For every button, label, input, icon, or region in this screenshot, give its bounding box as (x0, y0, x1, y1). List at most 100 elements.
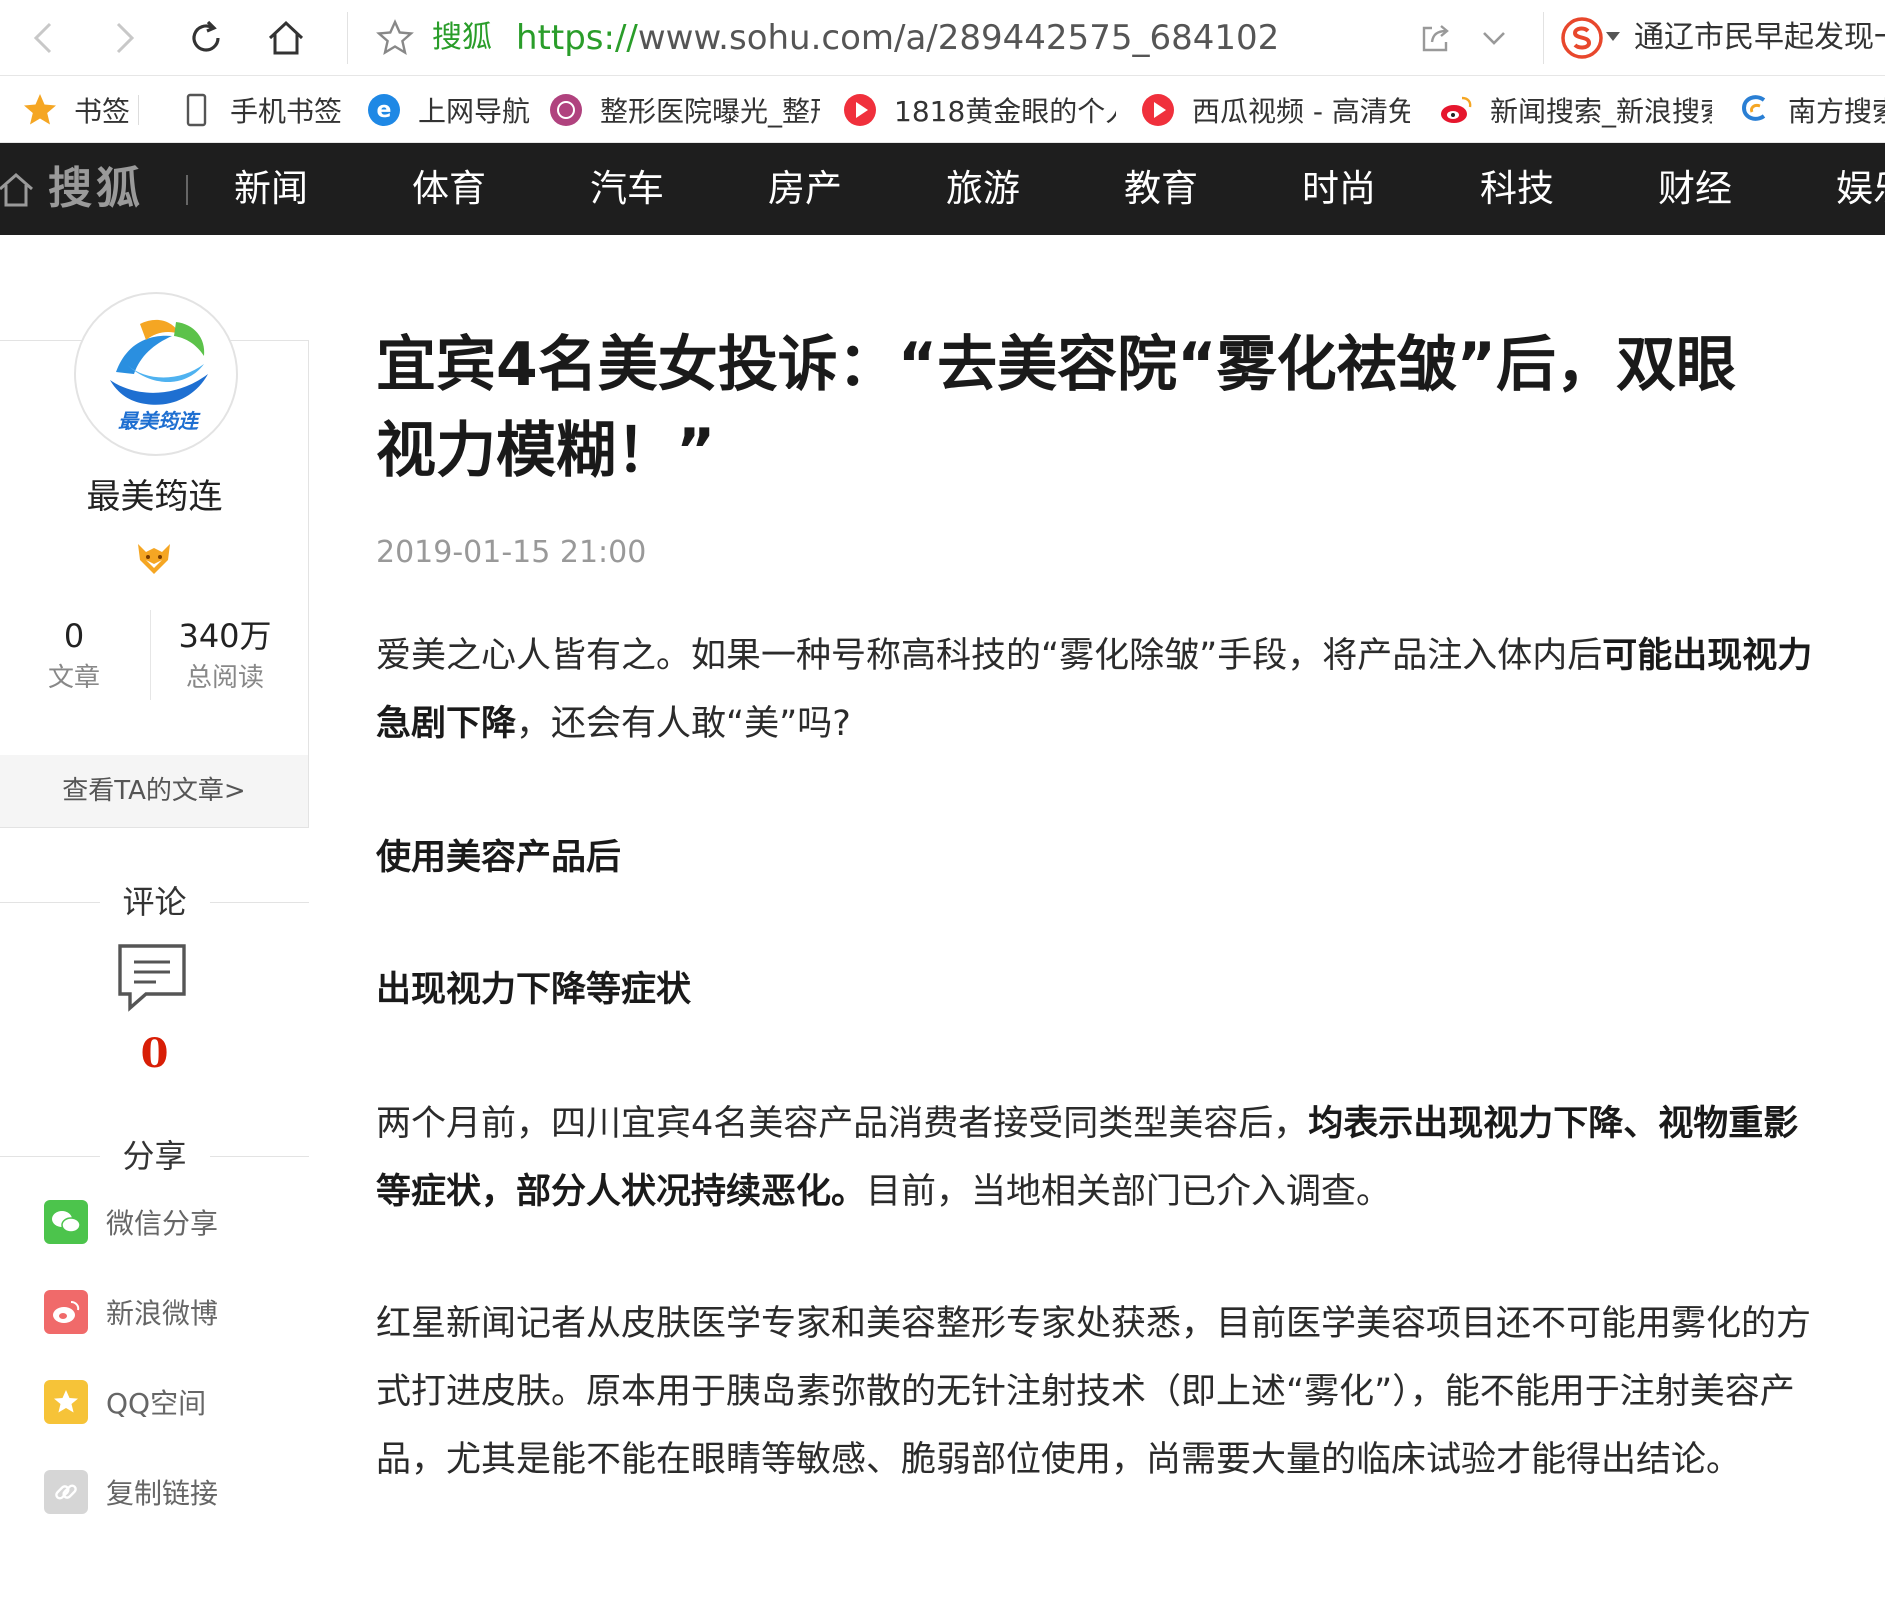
bookmark-label: 新闻搜索_新浪搜索 (1490, 95, 1712, 128)
bookmark-divider (138, 95, 139, 125)
southnews-icon (1741, 95, 1766, 121)
sohu-channel-nav: 搜狐 新闻 体育 汽车 房产 旅游 教育 时尚 科技 财经 娱乐 (0, 143, 1885, 235)
address-bar[interactable]: https://www.sohu.com/a/289442575_684102 (516, 16, 1279, 60)
comment-count[interactable]: 0 (0, 1026, 309, 1082)
bookmark-label: 手机书签 (230, 95, 343, 128)
share-label: 复制链接 (106, 1477, 219, 1510)
share-heading-label: 分享 (104, 1137, 205, 1175)
article-count: 0 (63, 617, 85, 655)
article-title: 宜宾4名美女投诉：“去美容院“雾化祛皱”后，双眼视力模糊！” (376, 330, 1737, 486)
share-qzone-button[interactable]: QQ空间 (44, 1380, 206, 1424)
wechat-icon (44, 1200, 88, 1244)
article-paragraph: 爱美之心人皆有之。如果一种号称高科技的“雾化除皱”手段，将产品注入体内后可能出现… (376, 622, 1822, 758)
author-name[interactable]: 最美筠连 (0, 472, 309, 522)
stat-divider (150, 610, 151, 700)
article-subheading: 出现视力下降等症状 (376, 970, 692, 1010)
paragraph-text: ，还会有人敢“美”吗? (516, 704, 851, 744)
reload-icon (192, 20, 220, 52)
bookmark-label: 整形医院曝光_整形 (600, 95, 820, 128)
bookmark-item[interactable]: e 上网导航 (366, 89, 530, 131)
article-count-label: 文章 (47, 663, 100, 693)
view-author-articles-link[interactable]: 查看TA的文章> (0, 755, 308, 827)
star-icon (24, 94, 56, 125)
bookmark-label: 上网导航 (418, 95, 531, 128)
video-play-icon (844, 94, 876, 126)
article-paragraph: 红星新闻记者从皮肤医学专家和美容整形专家处获悉，目前医学美容项目还不可能用雾化的… (376, 1304, 1812, 1480)
bookmark-bar: 书签 手机书签 e 上网导航 整形医院曝光_整形 1818黄金眼的个人 西瓜视频… (0, 77, 1885, 143)
share-weibo-button[interactable]: 新浪微博 (44, 1290, 218, 1334)
ie-icon: e (368, 94, 400, 126)
nav-item[interactable]: 教育 (1124, 163, 1198, 215)
nav-item[interactable]: 科技 (1480, 163, 1554, 215)
nav-item[interactable]: 旅游 (946, 163, 1020, 215)
paragraph-text: 爱美之心人皆有之。如果一种号称高科技的“雾化除皱”手段，将产品注入体内后 (376, 636, 1603, 676)
bookmark-item[interactable]: 新闻搜索_新浪搜索 (1438, 89, 1712, 131)
bookmark-label: 1818黄金眼的个人 (894, 95, 1116, 128)
comment-heading-label: 评论 (104, 883, 205, 921)
bookmark-item[interactable]: 西瓜视频 - 高清免 (1140, 89, 1410, 131)
bookmark-label: 南方搜索 (1788, 95, 1885, 128)
article-date: 2019-01-15 21:00 (376, 535, 647, 570)
home-icon (268, 20, 304, 55)
search-box[interactable]: 通辽市民早起发现一 (1634, 18, 1885, 58)
url-path: www.sohu.com/a/289442575_684102 (637, 18, 1280, 58)
hospital-icon (550, 94, 582, 126)
paragraph-text: 两个月前，四川宜宾4名美容产品消费者接受同类型美容后， (376, 1104, 1309, 1144)
toolbar-divider (1543, 12, 1544, 64)
copy-link-button[interactable]: 复制链接 (44, 1470, 218, 1514)
site-name-label: 搜狐 (432, 20, 492, 55)
reload-button[interactable] (182, 14, 230, 62)
comment-heading-text: 评论 (0, 878, 309, 926)
paragraph-text: 目前，当地相关部门已介入调查。 (866, 1172, 1392, 1212)
weibo-icon (1441, 96, 1472, 123)
qzone-icon (44, 1380, 88, 1424)
bookmark-item[interactable]: 手机书签 (178, 89, 342, 131)
sogou-search-icon[interactable] (1560, 16, 1604, 60)
nav-item[interactable]: 新闻 (234, 163, 308, 215)
weibo-icon (44, 1290, 88, 1334)
url-protocol: https:// (516, 18, 638, 58)
total-reads: 340万 (178, 617, 272, 655)
svg-text:e: e (377, 98, 392, 123)
nav-item[interactable]: 汽车 (590, 163, 664, 215)
nav-item[interactable]: 体育 (412, 163, 486, 215)
browser-toolbar: 搜狐 https://www.sohu.com/a/289442575_6841… (0, 0, 1885, 76)
bookmark-item[interactable]: 书签 (22, 89, 130, 131)
article-subheading: 使用美容产品后 (376, 838, 622, 878)
comment-heading: 评论 (0, 878, 309, 926)
bookmark-item[interactable]: 1818黄金眼的个人 (842, 89, 1116, 131)
home-icon[interactable] (0, 169, 36, 209)
fox-badge-icon (138, 544, 170, 574)
back-button[interactable] (20, 14, 68, 62)
bookmark-label: 书签 (74, 95, 131, 128)
share-label: 微信分享 (106, 1207, 219, 1240)
search-engine-dropdown[interactable] (1606, 32, 1620, 41)
sohu-logo[interactable]: 搜狐 (48, 161, 144, 217)
home-button[interactable] (262, 14, 310, 62)
share-heading-text: 分享 (0, 1132, 309, 1180)
nav-item[interactable]: 房产 (768, 163, 842, 215)
bookmark-item[interactable]: 南方搜索 (1736, 89, 1885, 131)
author-logo-icon: 最美筠连 (110, 319, 208, 433)
bookmark-item[interactable]: 整形医院曝光_整形 (548, 89, 820, 131)
share-label: QQ空间 (106, 1387, 207, 1420)
chevron-right-icon (116, 22, 135, 54)
share-icon[interactable] (1418, 20, 1454, 56)
nav-item[interactable]: 财经 (1658, 163, 1732, 215)
nav-item[interactable]: 时尚 (1302, 163, 1376, 215)
comment-icon[interactable] (116, 942, 188, 1012)
total-reads-label: 总阅读 (185, 663, 264, 693)
toolbar-divider (347, 12, 348, 64)
chevron-left-icon (33, 22, 52, 54)
chevron-down-icon[interactable] (1478, 22, 1510, 54)
bookmark-star-icon[interactable] (375, 18, 415, 58)
video-play-icon (1142, 94, 1174, 126)
nav-item[interactable]: 娱乐 (1836, 163, 1885, 215)
share-heading: 分享 (0, 1132, 309, 1180)
article-paragraph: 两个月前，四川宜宾4名美容产品消费者接受同类型美容后，均表示出现视力下降、视物重… (376, 1090, 1822, 1226)
share-wechat-button[interactable]: 微信分享 (44, 1200, 218, 1244)
author-avatar[interactable]: 最美筠连 (74, 292, 238, 456)
share-label: 新浪微博 (106, 1297, 219, 1330)
forward-button[interactable] (100, 14, 148, 62)
phone-icon (186, 93, 207, 127)
